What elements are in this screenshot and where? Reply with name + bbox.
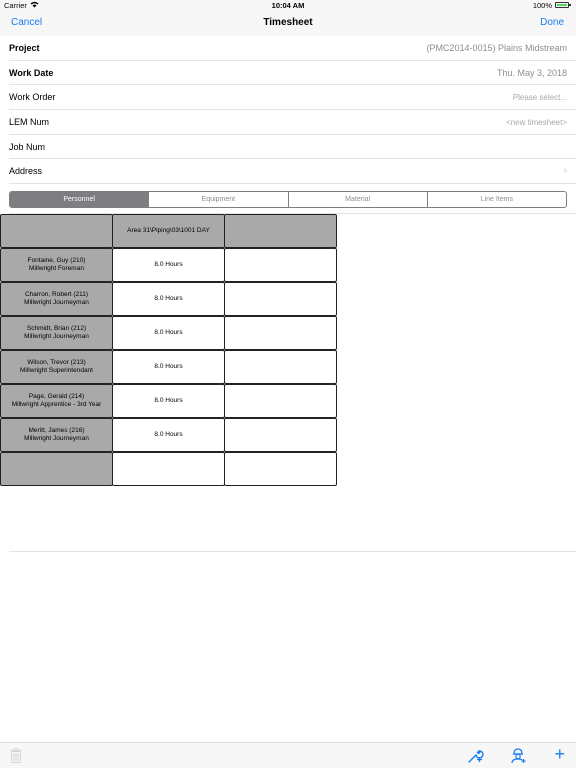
employee-cell[interactable]: Schmidt, Brian (212) Millwright Journeym… bbox=[0, 316, 113, 350]
employee-role: Millwright Superintendant bbox=[20, 367, 93, 374]
empty-cell[interactable] bbox=[224, 248, 337, 282]
employee-role: Millwright Journeyman bbox=[24, 299, 89, 306]
wrench-add-icon[interactable] bbox=[467, 748, 484, 768]
employee-name: Fontaine, Guy (210) bbox=[27, 257, 86, 264]
hours-cell[interactable]: 8.0 Hours bbox=[112, 248, 225, 282]
worker-add-icon[interactable] bbox=[510, 748, 527, 768]
hours-cell[interactable]: 8.0 Hours bbox=[112, 418, 225, 452]
empty-cell[interactable] bbox=[112, 452, 225, 486]
project-label: Project bbox=[9, 43, 40, 53]
hours-value: 8.0 Hours bbox=[154, 261, 183, 268]
employee-name: Charron, Robert (211) bbox=[24, 291, 89, 298]
address-row[interactable]: Address › bbox=[9, 159, 576, 185]
employee-role: Millwright Apprentice - 3rd Year bbox=[11, 401, 102, 408]
trash-icon[interactable] bbox=[10, 748, 22, 768]
column-header-cell[interactable]: Area 31\Piping\03\1001 DAY bbox=[112, 214, 225, 248]
hours-value: 8.0 Hours bbox=[154, 363, 183, 370]
employee-role: Millwright Foreman bbox=[29, 265, 84, 272]
hours-value: 8.0 Hours bbox=[154, 329, 183, 336]
employee-cell[interactable]: Wilson, Trevor (213) Millwright Superint… bbox=[0, 350, 113, 384]
employee-name: Wilson, Trevor (213) bbox=[27, 359, 86, 366]
work-date-value: Thu. May 3, 2018 bbox=[496, 67, 567, 78]
lem-num-value: <new timesheet> bbox=[506, 118, 567, 128]
work-order-row[interactable]: Work Order Please select... bbox=[9, 85, 576, 111]
hours-value: 8.0 Hours bbox=[154, 431, 183, 438]
hours-value: 8.0 Hours bbox=[154, 295, 183, 302]
plus-icon[interactable]: + bbox=[554, 744, 565, 764]
empty-cell[interactable] bbox=[224, 384, 337, 418]
status-bar: Carrier 10:04 AM 100% bbox=[0, 0, 576, 11]
employee-name: Page, Gerald (214) bbox=[28, 393, 85, 400]
tab-material[interactable]: Material bbox=[289, 192, 428, 207]
page-title: Timesheet bbox=[263, 17, 313, 28]
lem-num-row[interactable]: LEM Num <new timesheet> bbox=[9, 110, 576, 135]
project-value: (PMC2014-0015) Plains Midstream bbox=[426, 43, 567, 53]
employee-role: Millwright Journeyman bbox=[24, 435, 89, 442]
employee-cell[interactable]: Meritt, James (216) Millwright Journeyma… bbox=[0, 418, 113, 452]
employee-cell[interactable]: Page, Gerald (214) Millwright Apprentice… bbox=[0, 384, 113, 418]
job-num-row[interactable]: Job Num bbox=[9, 135, 576, 160]
employee-name: Meritt, James (216) bbox=[28, 427, 85, 434]
tab-personnel[interactable]: Personnel bbox=[10, 192, 150, 207]
employee-cell[interactable]: Fontaine, Guy (210) Millwright Foreman bbox=[0, 248, 113, 282]
done-button[interactable]: Done bbox=[540, 17, 564, 28]
clock: 10:04 AM bbox=[271, 1, 305, 10]
grid-corner-cell bbox=[0, 214, 113, 248]
hours-value: 8.0 Hours bbox=[154, 397, 183, 404]
work-order-placeholder: Please select... bbox=[512, 93, 567, 103]
column-header-label: Area 31\Piping\03\1001 DAY bbox=[127, 227, 210, 234]
employee-role: Millwright Journeyman bbox=[24, 333, 89, 340]
job-num-label: Job Num bbox=[9, 141, 46, 152]
empty-cell[interactable] bbox=[224, 282, 337, 316]
chevron-right-icon: › bbox=[563, 165, 567, 177]
hours-cell[interactable]: 8.0 Hours bbox=[112, 282, 225, 316]
navigation-bar: Cancel Timesheet Done bbox=[0, 11, 576, 36]
battery-percent: 100% bbox=[532, 1, 552, 10]
work-date-row[interactable]: Work Date Thu. May 3, 2018 bbox=[9, 61, 576, 86]
work-order-label: Work Order bbox=[9, 92, 56, 103]
new-employee-cell[interactable] bbox=[0, 452, 113, 486]
timesheet-form: Project (PMC2014-0015) Plains Midstream … bbox=[0, 36, 576, 185]
lem-num-label: LEM Num bbox=[9, 117, 50, 128]
hours-cell[interactable]: 8.0 Hours bbox=[112, 316, 225, 350]
empty-cell[interactable] bbox=[224, 350, 337, 384]
work-date-label: Work Date bbox=[9, 67, 54, 78]
divider bbox=[9, 551, 576, 552]
battery-icon bbox=[555, 2, 571, 8]
project-row[interactable]: Project (PMC2014-0015) Plains Midstream bbox=[9, 36, 576, 61]
tab-equipment[interactable]: Equipment bbox=[149, 192, 289, 207]
bottom-toolbar: + bbox=[0, 742, 576, 768]
empty-cell[interactable] bbox=[224, 418, 337, 452]
empty-cell[interactable] bbox=[224, 452, 337, 486]
hours-cell[interactable]: 8.0 Hours bbox=[112, 384, 225, 418]
employee-cell[interactable]: Charron, Robert (211) Millwright Journey… bbox=[0, 282, 113, 316]
empty-cell[interactable] bbox=[224, 316, 337, 350]
column-header-cell-empty[interactable] bbox=[224, 214, 337, 248]
tab-line-items[interactable]: Line Items bbox=[428, 192, 566, 207]
hours-cell[interactable]: 8.0 Hours bbox=[112, 350, 225, 384]
address-label: Address bbox=[9, 166, 43, 177]
employee-name: Schmidt, Brian (212) bbox=[26, 325, 87, 332]
tab-segmented-control: Personnel Equipment Material Line Items bbox=[9, 191, 567, 208]
